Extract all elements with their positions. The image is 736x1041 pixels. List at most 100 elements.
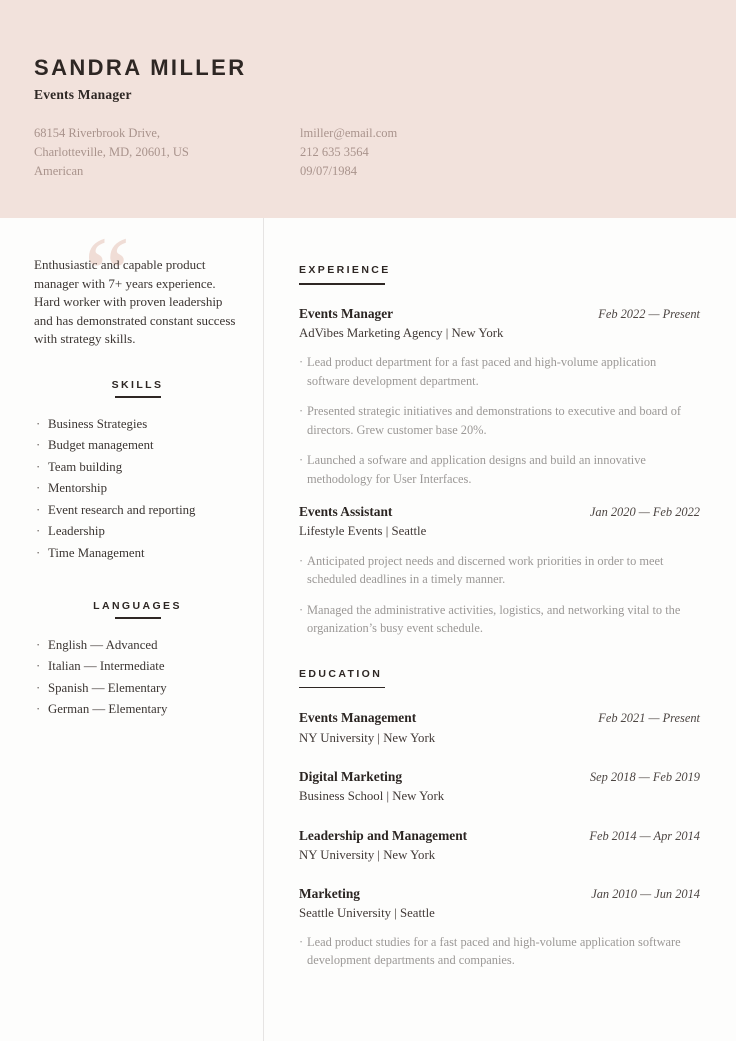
contact-nationality: American: [34, 164, 84, 178]
bullet-icon: ·: [36, 502, 41, 517]
skills-heading: SKILLS: [111, 378, 164, 391]
bullet-item: · Managed the administrative activities, …: [299, 601, 700, 638]
language-label: Italian — Intermediate: [48, 659, 165, 674]
contact-address-line-1: 68154 Riverbrook Drive,: [34, 126, 161, 140]
list-item: · English — Advanced: [34, 635, 241, 657]
education-entry: Marketing Jan 2010 — Jun 2014 Seattle Un…: [299, 886, 700, 970]
bullet-text: Lead product department for a fast paced…: [307, 355, 657, 388]
entry-subtitle: NY University | New York: [299, 730, 436, 745]
bullet-icon: ·: [36, 459, 41, 474]
languages-section: LANGUAGES · English — Advanced · Italian —…: [34, 600, 241, 721]
skill-label: Team building: [48, 459, 123, 474]
resume-page: SANDRA MILLER Events Manager 68154 River…: [0, 0, 736, 1041]
entry-title: Digital Marketing: [299, 769, 403, 785]
bullet-icon: ·: [36, 481, 41, 496]
bullet-item: · Launched a sofware and application desi…: [299, 451, 700, 488]
education-section: EDUCATION Events Management Feb 2021 — P…: [299, 664, 700, 970]
contact-phone[interactable]: 212 635 3564: [300, 143, 397, 162]
bullet-icon: ·: [36, 680, 41, 695]
entry-subtitle: Business School | New York: [299, 789, 445, 804]
entry-bullets: · Lead product studies for a fast paced a…: [299, 933, 700, 970]
contact-details: 68154 Riverbrook Drive, Charlotteville, …: [34, 124, 674, 181]
entry-header: Events Assistant Jan 2020 — Feb 2022: [299, 504, 700, 520]
entry-date: Jan 2020 — Feb 2022: [589, 505, 700, 520]
skill-label: Business Strategies: [48, 416, 148, 431]
skill-label: Mentorship: [48, 481, 108, 496]
bullet-text: Lead product studies for a fast paced an…: [307, 934, 681, 968]
profile-summary: Enthusiastic and capable product manager…: [34, 257, 236, 347]
resume-header: SANDRA MILLER Events Manager 68154 River…: [0, 0, 736, 218]
bullet-icon: ·: [299, 602, 304, 617]
candidate-job-title: Events Manager: [34, 87, 132, 103]
bullet-icon: ·: [36, 524, 41, 539]
bullet-icon: ·: [36, 416, 41, 431]
bullet-icon: ·: [299, 453, 304, 468]
skill-label: Leadership: [48, 524, 105, 539]
entry-date: Jan 2010 — Jun 2014: [591, 887, 700, 902]
languages-heading: LANGUAGES: [93, 600, 182, 613]
bullet-item: · Lead product department for a fast pace…: [299, 353, 700, 390]
skill-label: Event research and reporting: [48, 502, 196, 517]
list-item: · Spanish — Elementary: [34, 678, 241, 700]
entry-bullets: · Lead product department for a fast pace…: [299, 353, 700, 488]
languages-list: · English — Advanced · Italian — Intermedi…: [34, 635, 241, 721]
languages-heading-rule: [114, 617, 161, 619]
entry-header: Marketing Jan 2010 — Jun 2014: [299, 886, 700, 902]
bullet-icon: ·: [36, 659, 41, 674]
bullet-item: · Anticipated project needs and discerned…: [299, 552, 700, 589]
education-heading-rule: [299, 686, 385, 689]
contact-birthdate: 09/07/1984: [300, 164, 357, 178]
entry-title: Leadership and Management: [299, 827, 468, 843]
entry-title: Events Assistant: [299, 504, 393, 520]
entry-header: Events Management Feb 2021 — Present: [299, 710, 700, 726]
entry-date: Feb 2022 — Present: [598, 306, 700, 321]
list-item: · Event research and reporting: [34, 500, 241, 522]
contact-column-address: 68154 Riverbrook Drive, Charlotteville, …: [34, 124, 300, 181]
bullet-icon: ·: [299, 934, 304, 949]
contact-column-reach: lmiller@email.com 212 635 3564 09/07/198…: [300, 124, 397, 181]
bullet-icon: ·: [36, 637, 41, 652]
entry-header: Digital Marketing Sep 2018 — Feb 2019: [299, 769, 700, 785]
bullet-icon: ·: [36, 702, 41, 717]
entry-date: Feb 2021 — Present: [598, 711, 700, 726]
contact-address-line-2: Charlotteville, MD, 20601, US: [34, 145, 189, 159]
education-entry: Digital Marketing Sep 2018 — Feb 2019 Bu…: [299, 769, 700, 806]
bullet-text: Presented strategic initiatives and demo…: [307, 404, 682, 437]
list-item: · Time Management: [34, 543, 241, 565]
entry-header: Events Manager Feb 2022 — Present: [299, 306, 700, 322]
sidebar: “ Enthusiastic and capable product manag…: [0, 218, 263, 721]
skills-list: · Business Strategies · Budget management …: [34, 414, 241, 565]
bullet-item: · Lead product studies for a fast paced a…: [299, 933, 700, 970]
entry-bullets: · Anticipated project needs and discerned…: [299, 552, 700, 638]
list-item: · Budget management: [34, 435, 241, 457]
bullet-text: Managed the administrative activities, l…: [307, 602, 681, 636]
entry-subtitle: Seattle University | Seattle: [299, 906, 435, 921]
experience-heading: EXPERIENCE: [299, 264, 391, 276]
candidate-name: SANDRA MILLER: [34, 55, 247, 80]
list-item: · Team building: [34, 457, 241, 479]
entry-subtitle: AdVibes Marketing Agency | New York: [299, 325, 504, 340]
entry-subtitle: NY University | New York: [299, 847, 436, 862]
education-heading: EDUCATION: [299, 667, 383, 680]
entry-title: Events Management: [299, 710, 417, 726]
entry-header: Leadership and Management Feb 2014 — Apr…: [299, 828, 700, 844]
list-item: · Business Strategies: [34, 414, 241, 436]
bullet-icon: ·: [36, 438, 41, 453]
list-item: · German — Elementary: [34, 699, 241, 721]
language-label: Spanish — Elementary: [48, 680, 167, 695]
bullet-icon: ·: [299, 355, 304, 370]
entry-title: Marketing: [299, 886, 360, 902]
skills-heading-rule: [114, 395, 161, 398]
list-item: · Leadership: [34, 521, 241, 543]
education-entry: Events Management Feb 2021 — Present NY …: [299, 710, 700, 747]
entry-subtitle: Lifestyle Events | Seattle: [299, 524, 427, 539]
language-label: German — Elementary: [48, 702, 168, 717]
entry-date: Feb 2014 — Apr 2014: [589, 828, 700, 843]
list-item: · Mentorship: [34, 478, 241, 500]
bullet-item: · Presented strategic initiatives and dem…: [299, 402, 700, 439]
skills-section: SKILLS · Business Strategies · Budget mana…: [34, 379, 241, 564]
contact-email[interactable]: lmiller@email.com: [300, 124, 397, 143]
experience-heading-rule: [299, 283, 385, 285]
bullet-text: Anticipated project needs and discerned …: [307, 553, 664, 587]
language-label: English — Advanced: [48, 637, 158, 652]
